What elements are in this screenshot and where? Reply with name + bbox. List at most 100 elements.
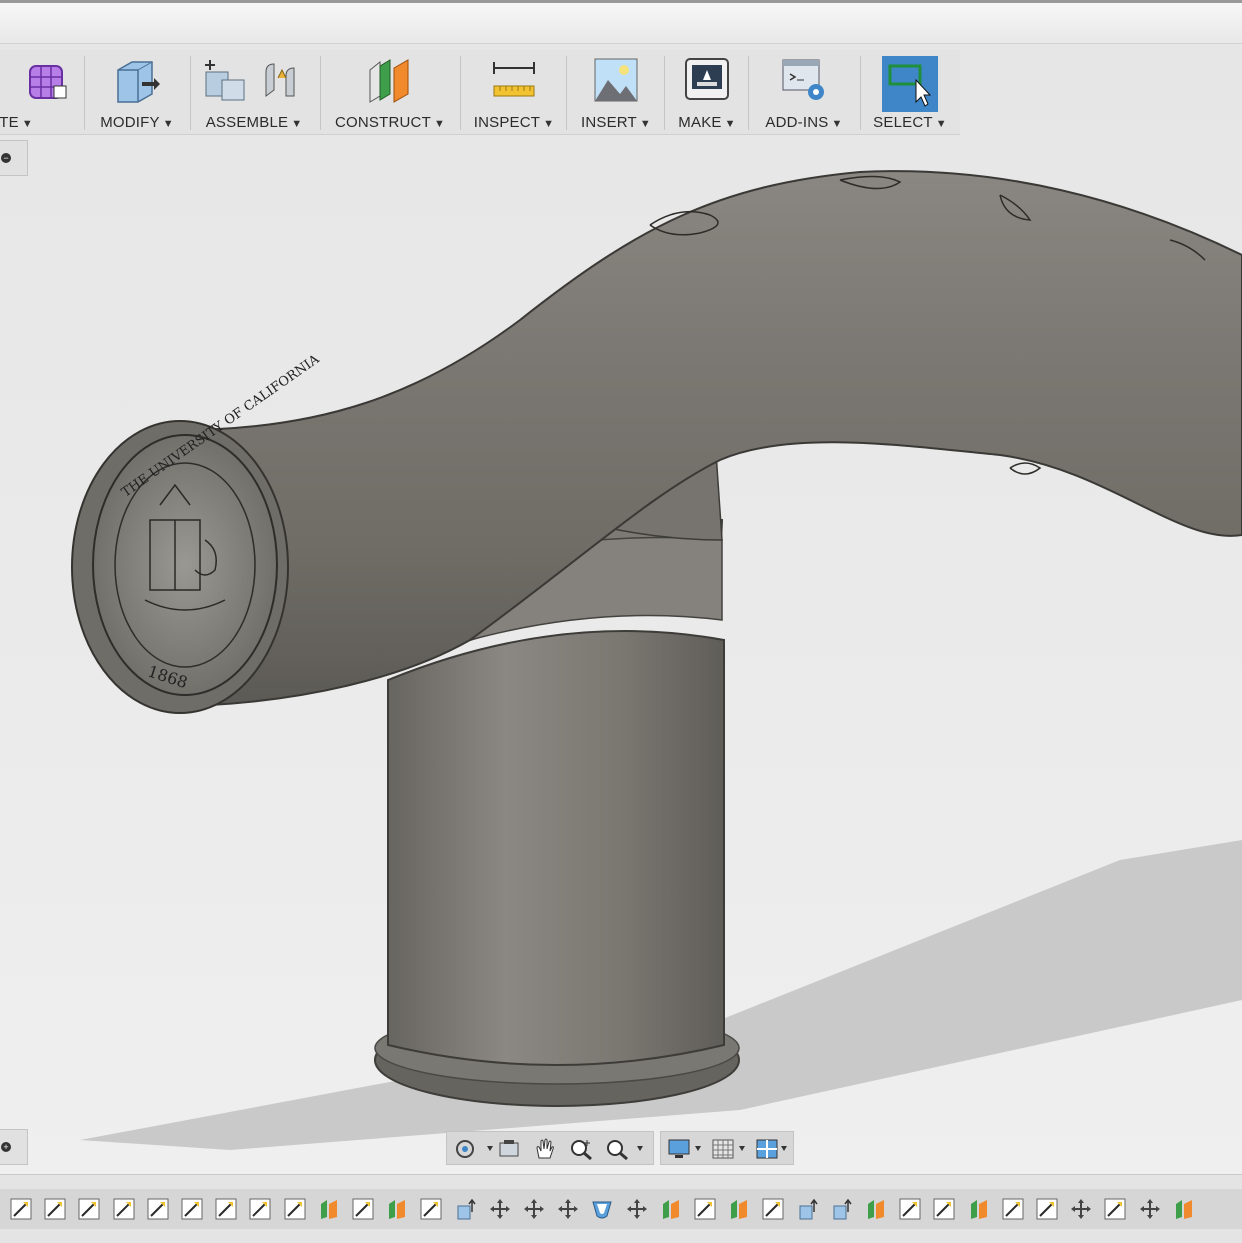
toolbar-separator [566, 56, 567, 130]
timeline-sketch-icon[interactable] [44, 1198, 66, 1220]
chevron-down-icon: ▼ [724, 118, 736, 130]
title-bar [0, 0, 1242, 44]
timeline-sketch-icon[interactable] [181, 1198, 203, 1220]
timeline-extrude-icon[interactable] [831, 1198, 853, 1220]
timeline-plane-icon[interactable] [865, 1198, 887, 1220]
zoom-window-icon[interactable] [605, 1138, 649, 1160]
measure-icon [493, 62, 535, 97]
toolbar-group-inspect[interactable]: INSPECT ▼ [464, 50, 564, 134]
timeline-plane-icon[interactable] [728, 1198, 750, 1220]
toolbar-separator [860, 56, 861, 130]
vertical-post [387, 630, 725, 1066]
timeline-sketch-icon[interactable] [899, 1198, 921, 1220]
joint-icon [265, 63, 295, 97]
toolbar-separator [84, 56, 85, 130]
comments-panel-toggle[interactable]: + [0, 1129, 28, 1165]
timeline-plane-icon[interactable] [660, 1198, 682, 1220]
insert-image-icon [594, 58, 638, 102]
timeline-move-icon[interactable] [557, 1198, 579, 1220]
toolbar-group-modify[interactable]: MODIFY ▼ [88, 50, 186, 134]
timeline-plane-icon[interactable] [318, 1198, 340, 1220]
seal-face [92, 434, 278, 696]
chevron-down-icon: ▼ [639, 118, 652, 130]
navigation-bar [446, 1131, 654, 1165]
plus-icon: + [1, 1142, 11, 1152]
timeline-shell-icon[interactable] [591, 1198, 613, 1220]
timeline-sketch-icon[interactable] [933, 1198, 955, 1220]
addins-label: ADD-INS ▼ [765, 114, 843, 131]
timeline-extrude-icon[interactable] [797, 1198, 819, 1220]
viewports-icon[interactable] [755, 1138, 795, 1160]
toolbar-group-construct[interactable]: CONSTRUCT ▼ [324, 50, 456, 134]
create-label: EATE▼ [0, 114, 33, 131]
toolbar-separator [460, 56, 461, 130]
toolbar-group-select[interactable]: SELECT ▼ [864, 50, 956, 134]
timeline-sketch-icon[interactable] [352, 1198, 374, 1220]
timeline-sketch-icon[interactable] [1036, 1198, 1058, 1220]
chevron-down-icon: ▼ [291, 118, 303, 130]
timeline-move-icon[interactable] [1139, 1198, 1161, 1220]
timeline-sketch-icon[interactable] [420, 1198, 442, 1220]
chevron-down-icon: ▼ [21, 118, 33, 130]
look-at-icon[interactable] [497, 1138, 521, 1160]
display-settings-icon[interactable] [667, 1138, 707, 1160]
make-label: MAKE ▼ [678, 114, 736, 131]
timeline-sketch-icon[interactable] [78, 1198, 100, 1220]
zoom-icon[interactable] [569, 1138, 595, 1160]
form-cube-icon [29, 65, 67, 99]
main-toolbar: EATE▼ MODIFY▼ ASSEMBLE▼ CON [0, 50, 960, 135]
timeline-sketch-icon[interactable] [694, 1198, 716, 1220]
select-window-icon [882, 56, 938, 112]
select-label: SELECT ▼ [873, 114, 947, 131]
3d-print-icon [685, 58, 729, 100]
timeline-sketch-icon[interactable] [284, 1198, 306, 1220]
new-component-icon [205, 60, 245, 101]
modify-label: MODIFY ▼ [100, 114, 174, 131]
timeline [0, 1174, 1242, 1243]
toolbar-separator [320, 56, 321, 130]
insert-label: INSERT ▼ [580, 114, 652, 131]
timeline-plane-icon[interactable] [386, 1198, 408, 1220]
timeline-sketch-icon[interactable] [249, 1198, 271, 1220]
timeline-move-icon[interactable] [523, 1198, 545, 1220]
timeline-sketch-icon[interactable] [113, 1198, 135, 1220]
chevron-down-icon: ▼ [543, 118, 555, 130]
timeline-sketch-icon[interactable] [762, 1198, 784, 1220]
toolbar-separator [190, 56, 191, 130]
inspect-label: INSPECT ▼ [473, 114, 555, 131]
construct-label: CONSTRUCT ▼ [334, 114, 446, 131]
browser-panel-toggle[interactable]: − [0, 140, 28, 176]
toolbar-group-addins[interactable]: ADD-INS ▼ [752, 50, 856, 134]
minus-icon: − [1, 153, 11, 163]
scripts-addins-icon [782, 59, 824, 100]
timeline-move-icon[interactable] [1070, 1198, 1092, 1220]
offset-plane-icon [369, 59, 409, 103]
assemble-label: ASSEMBLE ▼ [205, 114, 303, 131]
timeline-sketch-icon[interactable] [1104, 1198, 1126, 1220]
grid-settings-icon[interactable] [711, 1138, 751, 1160]
timeline-sketch-icon[interactable] [215, 1198, 237, 1220]
timeline-sketch-icon[interactable] [1002, 1198, 1024, 1220]
display-bar [660, 1131, 794, 1165]
toolbar-group-insert[interactable]: INSERT ▼ [570, 50, 662, 134]
toolbar-group-assemble[interactable]: ASSEMBLE ▼ [194, 50, 314, 134]
timeline-sketch-icon[interactable] [10, 1198, 32, 1220]
timeline-move-icon[interactable] [489, 1198, 511, 1220]
press-pull-icon [117, 61, 160, 103]
toolbar-group-create[interactable]: EATE▼ [0, 50, 80, 134]
timeline-sketch-icon[interactable] [147, 1198, 169, 1220]
handle-tube [178, 170, 1242, 707]
timeline-plane-icon[interactable] [1173, 1198, 1195, 1220]
toolbar-group-make[interactable]: MAKE ▼ [668, 50, 746, 134]
toolbar-separator [664, 56, 665, 130]
chevron-down-icon: ▼ [433, 118, 446, 130]
timeline-extrude-icon[interactable] [455, 1198, 477, 1220]
pan-hand-icon[interactable] [533, 1138, 557, 1160]
orbit-icon[interactable] [453, 1138, 499, 1160]
toolbar-separator [748, 56, 749, 130]
timeline-plane-icon[interactable] [968, 1198, 990, 1220]
chevron-down-icon: ▼ [935, 118, 947, 130]
3d-model[interactable]: THE UNIVERSITY OF CALIFORNIA 1868 [0, 44, 1242, 1174]
timeline-move-icon[interactable] [626, 1198, 648, 1220]
chevron-down-icon: ▼ [831, 118, 843, 130]
